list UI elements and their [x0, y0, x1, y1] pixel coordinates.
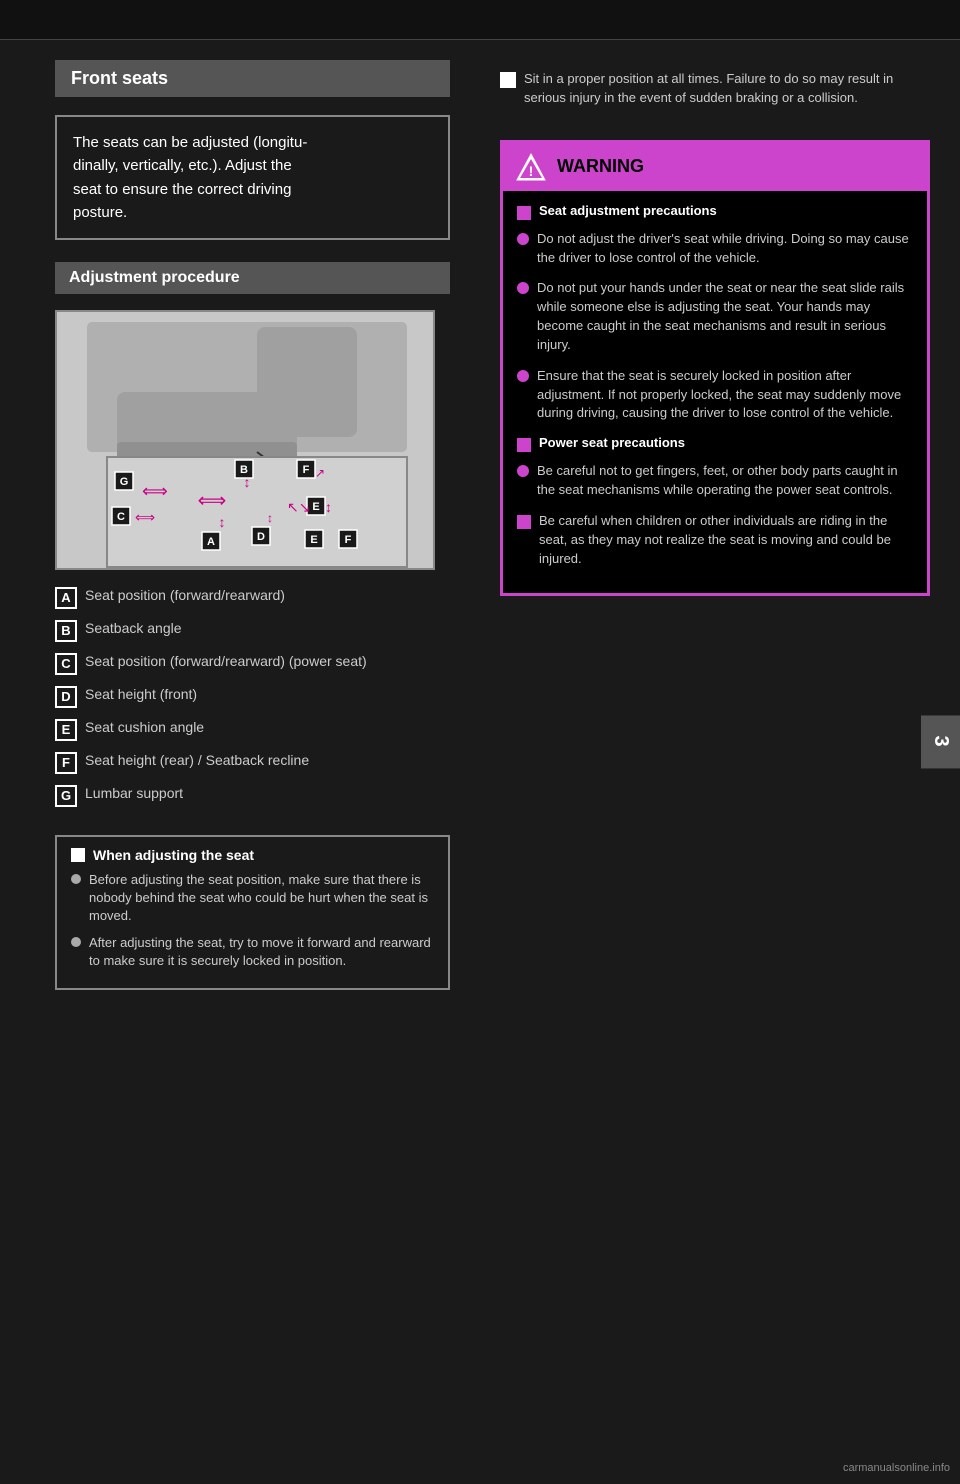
warning-bullet-circle-3 — [517, 370, 529, 382]
label-text-c: Seat position (forward/rearward) (power … — [85, 652, 450, 672]
warning-bullet2-circle-1 — [517, 465, 529, 477]
warning-title: WARNING — [557, 156, 644, 177]
letter-b: B — [55, 620, 77, 642]
label-text-b: Seatback angle — [85, 619, 450, 639]
svg-text:C: C — [117, 511, 125, 523]
labels-container: A Seat position (forward/rearward) B Sea… — [55, 586, 450, 815]
warning-bullet-text-3: Ensure that the seat is securely locked … — [537, 367, 913, 424]
svg-text:⟺: ⟺ — [135, 509, 155, 525]
warning-bullet-1: Do not adjust the driver's seat while dr… — [517, 230, 913, 268]
note-bullet-text-1: Before adjusting the seat position, make… — [89, 871, 434, 926]
note-bullet-1: Before adjusting the seat position, make… — [71, 871, 434, 926]
seat-diagram: G ⟺ B ↕ F ↗ C ⟺ — [55, 310, 435, 570]
warning-content: Seat adjustment precautions Do not adjus… — [503, 191, 927, 593]
label-text-g: Lumbar support — [85, 784, 450, 804]
warning-bullet-2: Do not put your hands under the seat or … — [517, 279, 913, 354]
letter-a: A — [55, 587, 77, 609]
svg-text:⟺: ⟺ — [142, 481, 168, 501]
warning-section1-title: Seat adjustment precautions — [539, 203, 717, 218]
right-intro-square — [500, 72, 516, 88]
svg-text:⟺: ⟺ — [198, 490, 227, 512]
right-intro-text: Sit in a proper position at all times. F… — [524, 70, 930, 108]
label-item-g: G Lumbar support — [55, 784, 450, 807]
note-title: When adjusting the seat — [93, 847, 254, 863]
label-item-d: D Seat height (front) — [55, 685, 450, 708]
svg-text:D: D — [257, 531, 265, 543]
warning-bullet2-2: Be careful when children or other indivi… — [517, 512, 913, 569]
label-text-a: Seat position (forward/rearward) — [85, 586, 450, 606]
letter-e: E — [55, 719, 77, 741]
warning-section2-header: Power seat precautions — [517, 435, 913, 452]
watermark: carmanualsonline.info — [843, 1462, 950, 1474]
intro-box: The seats can be adjusted (longitu-dinal… — [55, 115, 450, 240]
label-item-a: A Seat position (forward/rearward) — [55, 586, 450, 609]
left-column: Front seats The seats can be adjusted (l… — [0, 0, 470, 1484]
warning-bullet-3: Ensure that the seat is securely locked … — [517, 367, 913, 424]
label-text-e: Seat cushion angle — [85, 718, 450, 738]
warning-bullet2-square-2 — [517, 515, 531, 529]
warning-section2-title: Power seat precautions — [539, 435, 685, 450]
label-text-d: Seat height (front) — [85, 685, 450, 705]
note-bullet-text-2: After adjusting the seat, try to move it… — [89, 934, 434, 970]
label-item-b: B Seatback angle — [55, 619, 450, 642]
svg-text:E: E — [310, 534, 317, 546]
warning-bullet2-1: Be careful not to get fingers, feet, or … — [517, 462, 913, 500]
right-intro: Sit in a proper position at all times. F… — [500, 70, 930, 126]
note-header-square — [71, 848, 85, 862]
intro-text: The seats can be adjusted (longitu-dinal… — [73, 134, 307, 221]
label-text-f: Seat height (rear) / Seatback recline — [85, 751, 450, 771]
label-item-c: C Seat position (forward/rearward) (powe… — [55, 652, 450, 675]
svg-text:A: A — [207, 536, 215, 548]
label-item-e: E Seat cushion angle — [55, 718, 450, 741]
warning-header: ! WARNING — [503, 143, 927, 191]
right-column: Sit in a proper position at all times. F… — [470, 0, 960, 1484]
warning-bullet-text-2: Do not put your hands under the seat or … — [537, 279, 913, 354]
chapter-number-tab: 3 — [921, 715, 960, 768]
svg-text:↕: ↕ — [244, 474, 251, 490]
warning-bullet2-text-2: Be careful when children or other indivi… — [539, 512, 913, 569]
svg-text:G: G — [120, 476, 129, 488]
note-bullet-circle-1 — [71, 874, 81, 884]
svg-text:F: F — [303, 464, 310, 476]
warning-section-square-1 — [517, 206, 531, 220]
warning-bullet2-text-1: Be careful not to get fingers, feet, or … — [537, 462, 913, 500]
section-title: Front seats — [55, 60, 450, 97]
svg-text:↕: ↕ — [267, 511, 273, 525]
letter-d: D — [55, 686, 77, 708]
svg-text:E: E — [312, 501, 319, 513]
svg-text:↗: ↗ — [315, 466, 325, 480]
svg-text:↕: ↕ — [325, 499, 332, 515]
warning-triangle-icon: ! — [515, 151, 547, 183]
warning-section-square-2 — [517, 438, 531, 452]
svg-text:↕: ↕ — [219, 514, 226, 530]
label-item-f: F Seat height (rear) / Seatback recline — [55, 751, 450, 774]
svg-text:↖↘: ↖↘ — [287, 499, 310, 515]
letter-c: C — [55, 653, 77, 675]
note-box: When adjusting the seat Before adjusting… — [55, 835, 450, 990]
letter-g: G — [55, 785, 77, 807]
warning-bullet-circle-2 — [517, 282, 529, 294]
warning-box: ! WARNING Seat adjustment precautions Do… — [500, 140, 930, 596]
adjustment-procedure-title: Adjustment procedure — [55, 262, 450, 294]
note-bullet-2: After adjusting the seat, try to move it… — [71, 934, 434, 970]
warning-bullet-circle-1 — [517, 233, 529, 245]
svg-text:!: ! — [529, 163, 534, 179]
warning-section1-header: Seat adjustment precautions — [517, 203, 913, 220]
note-bullet-circle-2 — [71, 937, 81, 947]
note-header: When adjusting the seat — [71, 847, 434, 863]
svg-text:F: F — [345, 534, 352, 546]
letter-f: F — [55, 752, 77, 774]
warning-bullet-text-1: Do not adjust the driver's seat while dr… — [537, 230, 913, 268]
